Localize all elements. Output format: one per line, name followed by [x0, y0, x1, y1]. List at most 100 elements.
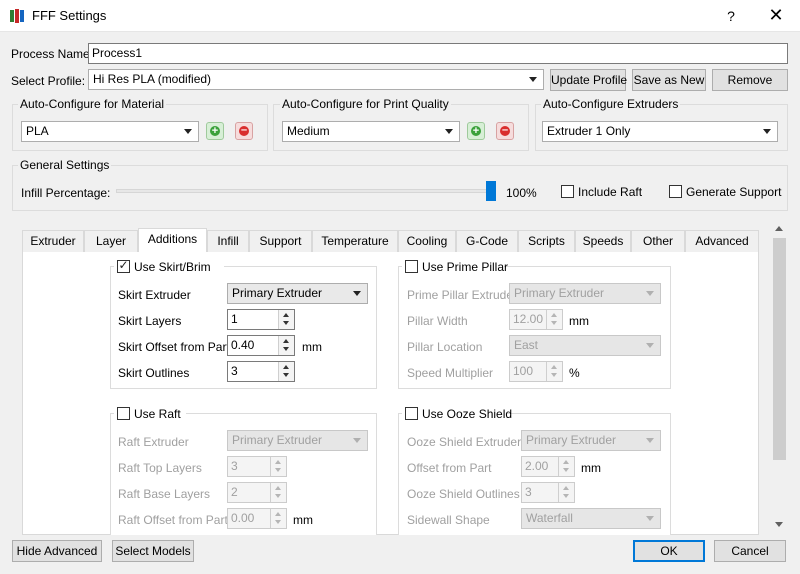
spin-buttons[interactable]	[558, 457, 574, 476]
add-material-icon[interactable]	[206, 122, 224, 140]
raft-offset-spinbox[interactable]: 0.00	[227, 508, 287, 529]
scrollbar-thumb[interactable]	[773, 238, 786, 460]
infill-slider-track[interactable]	[116, 189, 496, 193]
spin-down-icon[interactable]	[563, 468, 569, 472]
tab-support[interactable]: Support	[249, 230, 312, 252]
quality-selected: Medium	[287, 124, 330, 138]
tab-speeds[interactable]: Speeds	[575, 230, 631, 252]
ooze-outlines-spinbox[interactable]: 3	[521, 482, 575, 503]
raft-extruder-dropdown[interactable]: Primary Extruder	[227, 430, 368, 451]
ok-button[interactable]: OK	[633, 540, 705, 562]
tab-other[interactable]: Other	[631, 230, 685, 252]
chevron-down-icon	[445, 129, 453, 134]
remove-material-icon[interactable]	[235, 122, 253, 140]
use-ooze-shield-checkbox[interactable]	[405, 407, 418, 420]
scroll-down-icon[interactable]	[775, 522, 783, 527]
vertical-scrollbar[interactable]	[771, 222, 788, 534]
skirt-offset-value: 0.40	[231, 338, 255, 352]
profile-dropdown[interactable]: Hi Res PLA (modified)	[88, 69, 544, 90]
chevron-down-icon	[184, 129, 192, 134]
ooze-shield-extruder-dropdown[interactable]: Primary Extruder	[521, 430, 661, 451]
spin-down-icon[interactable]	[283, 347, 289, 351]
tab-gcode[interactable]: G-Code	[456, 230, 518, 252]
spin-up-icon[interactable]	[551, 365, 557, 369]
pillar-location-label: Pillar Location	[407, 340, 483, 354]
update-profile-button[interactable]: Update Profile	[550, 69, 627, 91]
skirt-layers-spinbox[interactable]: 1	[227, 309, 295, 330]
sidewall-shape-dropdown[interactable]: Waterfall	[521, 508, 661, 529]
chevron-down-icon	[646, 291, 654, 296]
tab-cooling[interactable]: Cooling	[398, 230, 456, 252]
hide-advanced-button[interactable]: Hide Advanced	[12, 540, 102, 562]
process-name-input[interactable]: Process1	[88, 43, 788, 64]
tab-advanced[interactable]: Advanced	[685, 230, 759, 252]
generate-support-checkbox[interactable]	[669, 185, 682, 198]
quality-dropdown[interactable]: Medium	[282, 121, 460, 142]
spin-down-icon[interactable]	[275, 520, 281, 524]
spin-down-icon[interactable]	[283, 373, 289, 377]
spin-buttons[interactable]	[546, 362, 562, 381]
spin-buttons[interactable]	[278, 310, 294, 329]
remove-quality-icon[interactable]	[496, 122, 514, 140]
spin-up-icon[interactable]	[275, 512, 281, 516]
close-button[interactable]: ✕	[764, 4, 788, 28]
prime-pillar-extruder-dropdown[interactable]: Primary Extruder	[509, 283, 661, 304]
material-selected: PLA	[26, 124, 49, 138]
spin-buttons[interactable]	[278, 336, 294, 355]
tab-infill[interactable]: Infill	[207, 230, 249, 252]
spin-buttons[interactable]	[270, 457, 286, 476]
pillar-width-spinbox[interactable]: 12.00	[509, 309, 563, 330]
speed-multiplier-unit: %	[569, 366, 580, 380]
select-models-button[interactable]: Select Models	[112, 540, 194, 562]
cancel-button[interactable]: Cancel	[714, 540, 786, 562]
use-prime-pillar-checkbox[interactable]	[405, 260, 418, 273]
spin-up-icon[interactable]	[563, 460, 569, 464]
extruders-selected: Extruder 1 Only	[547, 124, 631, 138]
tab-scripts[interactable]: Scripts	[518, 230, 575, 252]
include-raft-checkbox[interactable]	[561, 185, 574, 198]
spin-buttons[interactable]	[270, 509, 286, 528]
spin-up-icon[interactable]	[563, 486, 569, 490]
spin-down-icon[interactable]	[551, 373, 557, 377]
skirt-extruder-dropdown[interactable]: Primary Extruder	[227, 283, 368, 304]
spin-buttons[interactable]	[278, 362, 294, 381]
raft-top-layers-spinbox[interactable]: 3	[227, 456, 287, 477]
spin-up-icon[interactable]	[283, 313, 289, 317]
spin-down-icon[interactable]	[275, 468, 281, 472]
scroll-up-icon[interactable]	[775, 226, 783, 231]
spin-down-icon[interactable]	[283, 321, 289, 325]
add-quality-icon[interactable]	[467, 122, 485, 140]
spin-down-icon[interactable]	[551, 321, 557, 325]
spin-buttons[interactable]	[546, 310, 562, 329]
use-skirt-checkbox[interactable]	[117, 258, 130, 273]
ooze-offset-spinbox[interactable]: 2.00	[521, 456, 575, 477]
spin-up-icon[interactable]	[283, 365, 289, 369]
spin-down-icon[interactable]	[563, 494, 569, 498]
spin-down-icon[interactable]	[275, 494, 281, 498]
spin-up-icon[interactable]	[275, 460, 281, 464]
tab-layer[interactable]: Layer	[84, 230, 138, 252]
tab-temperature[interactable]: Temperature	[312, 230, 398, 252]
speed-multiplier-spinbox[interactable]: 100	[509, 361, 563, 382]
raft-base-layers-spinbox[interactable]: 2	[227, 482, 287, 503]
use-raft-checkbox[interactable]	[117, 407, 130, 420]
save-as-new-button[interactable]: Save as New	[632, 69, 706, 91]
material-dropdown[interactable]: PLA	[21, 121, 199, 142]
spin-up-icon[interactable]	[275, 486, 281, 490]
remove-profile-button[interactable]: Remove	[712, 69, 788, 91]
skirt-offset-spinbox[interactable]: 0.40	[227, 335, 295, 356]
tab-extruder[interactable]: Extruder	[22, 230, 84, 252]
infill-slider-thumb[interactable]	[486, 181, 496, 201]
tab-additions[interactable]: Additions	[138, 228, 207, 252]
spin-up-icon[interactable]	[551, 313, 557, 317]
skirt-outlines-spinbox[interactable]: 3	[227, 361, 295, 382]
skirt-extruder-selected: Primary Extruder	[232, 286, 323, 300]
extruders-dropdown[interactable]: Extruder 1 Only	[542, 121, 778, 142]
spin-up-icon[interactable]	[283, 339, 289, 343]
help-button[interactable]: ?	[720, 5, 742, 27]
pillar-location-dropdown[interactable]: East	[509, 335, 661, 356]
tab-bar: Extruder Layer Additions Infill Support …	[22, 228, 759, 252]
spin-buttons[interactable]	[558, 483, 574, 502]
spin-buttons[interactable]	[270, 483, 286, 502]
extruders-group-title: Auto-Configure Extruders	[541, 97, 681, 111]
